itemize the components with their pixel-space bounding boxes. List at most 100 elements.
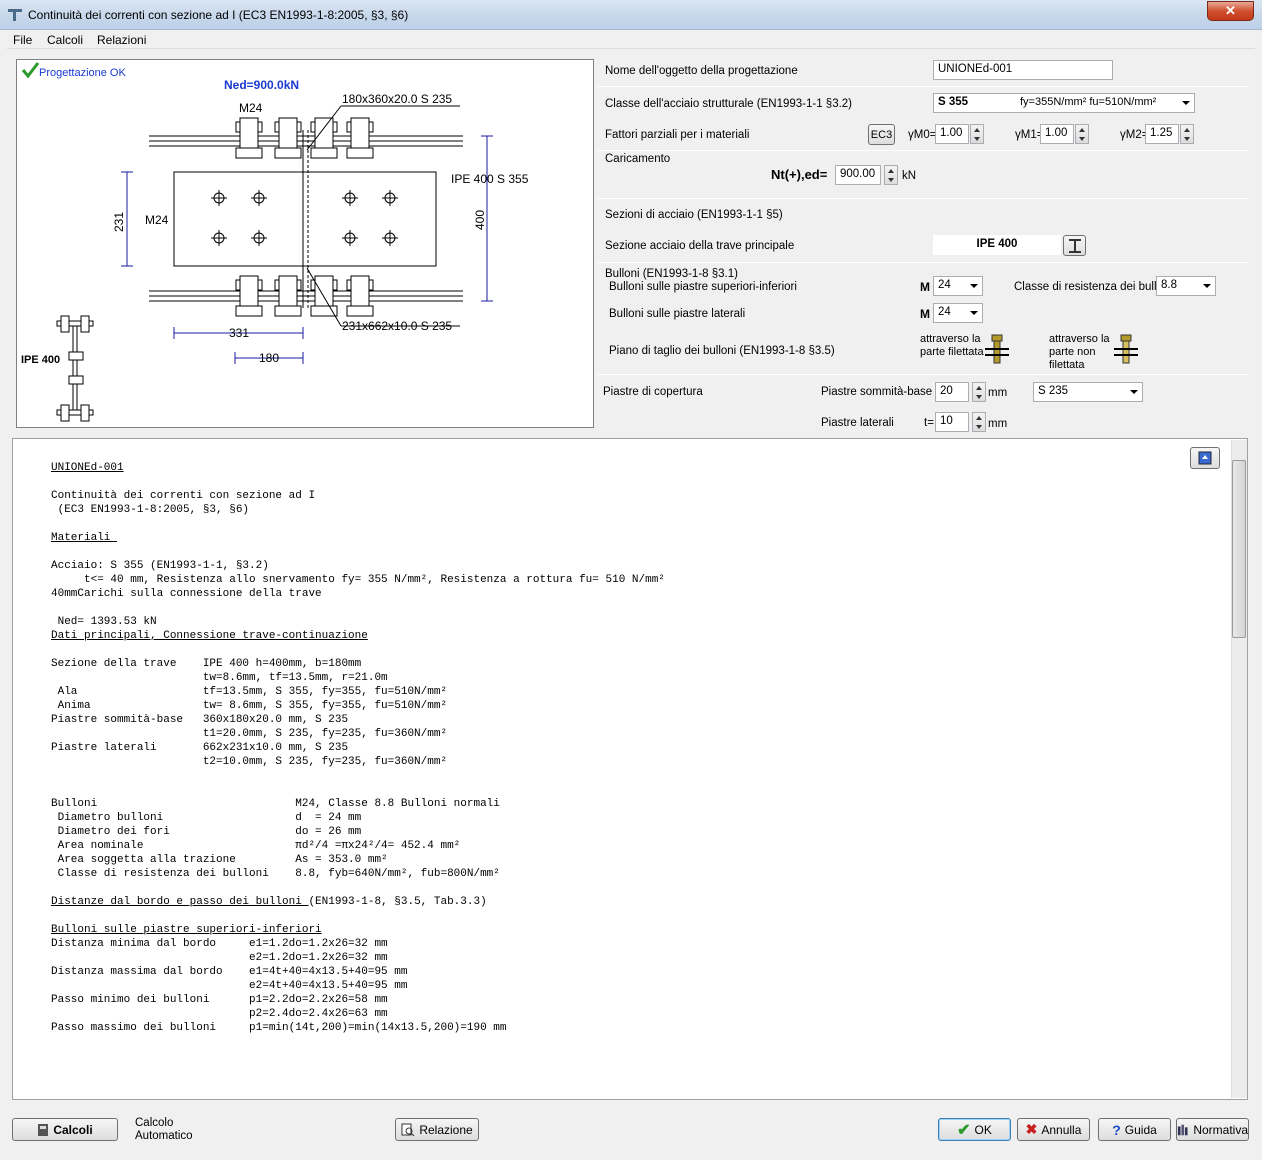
gm1-spinner[interactable] [1075, 124, 1089, 144]
ipe-section-icon [56, 315, 94, 422]
ned-label: Ned=900.0kN [224, 78, 299, 92]
menu-calcoli[interactable]: Calcoli [47, 33, 83, 47]
steel-props: fy=355N/mm² fu=510N/mm² [1020, 96, 1157, 108]
menu-file[interactable]: File [13, 33, 32, 47]
bolts-top-size: 24 [938, 279, 951, 291]
cover-steel-value: S 235 [1038, 385, 1069, 397]
report-panel[interactable]: UNIONEd-001 Continuità dei correnti con … [12, 438, 1248, 1100]
section-picker-button[interactable] [1063, 235, 1086, 256]
help-button[interactable]: ? Guida [1098, 1118, 1171, 1141]
nted-label: Nt(+),ed= [771, 167, 828, 182]
bolt-unthreaded-icon[interactable] [1112, 333, 1140, 365]
export-icon [1198, 451, 1212, 465]
close-button[interactable]: ✕ [1207, 1, 1254, 21]
cover-top-label: Piastre sommità-base t= [821, 386, 946, 398]
top-bolt-label: M24 [239, 101, 263, 115]
gm0-input[interactable]: 1.00 [935, 124, 969, 144]
steel-class-value: S 355 [938, 96, 969, 108]
bolts-side-size: 24 [938, 306, 951, 318]
top-plate-label: 180x360x20.0 S 235 [342, 92, 452, 106]
separator [597, 262, 1248, 263]
cover-side-spinner[interactable] [972, 412, 986, 432]
gm2-input[interactable]: 1.25 [1145, 124, 1179, 144]
menu-bar: File Calcoli Relazioni [7, 31, 1255, 49]
ok-label: OK [974, 1122, 992, 1137]
web-bolt-holes [211, 190, 398, 246]
report-text: UNIONEd-001 Continuità dei correnti con … [51, 462, 665, 1034]
bolt-class-select[interactable]: 8.8 [1156, 276, 1216, 296]
bolts-side-label: Bulloni sulle piastre laterali [609, 308, 746, 320]
calculate-button[interactable]: Calcoli [12, 1118, 118, 1141]
norms-button[interactable]: Normativa [1176, 1118, 1249, 1141]
beam-section-value: IPE 400 [933, 235, 1061, 255]
nted-unit: kN [902, 170, 917, 182]
cover-top-spinner[interactable] [972, 382, 986, 402]
cancel-label: Annulla [1041, 1122, 1082, 1137]
chevron-down-icon [1130, 390, 1138, 394]
cover-top-thickness[interactable]: 20 [935, 382, 969, 402]
gm1-input[interactable]: 1.00 [1040, 124, 1074, 144]
scroll-thumb[interactable] [1232, 460, 1246, 638]
shear-option-threaded[interactable]: attraverso la parte filettata [920, 333, 984, 359]
dim-180: 180 [259, 351, 279, 365]
bolts-top-label: Bulloni sulle piastre superiori-inferior… [609, 281, 797, 293]
cover-steel-select[interactable]: S 235 [1033, 382, 1143, 402]
nted-spinner[interactable] [884, 165, 898, 185]
dim-331: 331 [229, 326, 249, 340]
report-button[interactable]: Relazione [395, 1118, 479, 1141]
bolts-top-m: M [920, 280, 930, 294]
bolt-class-value: 8.8 [1161, 279, 1177, 291]
norms-label: Normativa [1193, 1122, 1248, 1137]
cover-plates-label: Piastre di copertura [603, 386, 703, 398]
status-text: Progettazione OK [39, 67, 126, 79]
books-icon [1177, 1124, 1188, 1135]
steel-class-select[interactable]: S 355 fy=355N/mm² fu=510N/mm² [933, 93, 1195, 113]
top-bolts [235, 117, 374, 317]
separator [597, 198, 1248, 199]
export-report-button[interactable] [1190, 447, 1220, 469]
bolts-top-select[interactable]: 24 [933, 276, 983, 296]
shear-option-unthreaded[interactable]: attraverso la parte non filettata [1049, 333, 1110, 372]
section-label: IPE 400 [21, 354, 60, 366]
menu-relazioni[interactable]: Relazioni [97, 33, 146, 47]
beam-section-label: Sezione acciaio della trave principale [605, 240, 795, 252]
name-label: Nome dell'oggetto della progettazione [605, 65, 798, 77]
mm-unit: mm [988, 418, 1008, 430]
chevron-down-icon [1182, 101, 1190, 105]
bolts-side-select[interactable]: 24 [933, 303, 983, 323]
bolt-threaded-icon[interactable] [983, 333, 1011, 365]
shear-plane-label: Piano di taglio dei bulloni (EN1993-1-8 … [609, 345, 835, 357]
check-icon [21, 62, 40, 79]
gm0-spinner[interactable] [970, 124, 984, 144]
mm-unit: mm [988, 387, 1008, 399]
app-icon [8, 9, 22, 21]
ec3-button[interactable]: EC3 [868, 124, 895, 145]
nted-input[interactable]: 900.00 [835, 165, 881, 185]
dim-231: 231 [112, 212, 126, 232]
auto-calc-label: Calcolo Automatico [135, 1117, 193, 1142]
cover-side-thickness[interactable]: 10 [935, 412, 969, 432]
partial-factors-label: Fattori parziali per i materiali [605, 129, 750, 141]
side-bolt-label: M24 [145, 213, 169, 227]
load-label: Caricamento [605, 153, 671, 165]
side-plate-label: 231x662x10.0 S 235 [342, 319, 452, 333]
report-label: Relazione [419, 1122, 473, 1137]
bolts-side-m: M [920, 307, 930, 321]
chevron-down-icon [1203, 284, 1211, 288]
chevron-down-icon [970, 284, 978, 288]
steel-class-label: Classe dell'acciaio strutturale (EN1993-… [605, 98, 853, 110]
check-icon: ✔ [957, 1121, 971, 1139]
cancel-button[interactable]: ✖ Annulla [1017, 1118, 1090, 1141]
cover-side-t-label: t= [924, 417, 934, 429]
calculate-label: Calcoli [53, 1122, 93, 1137]
window-title: Continuità dei correnti con sezione ad I… [28, 8, 409, 22]
dim-400: 400 [473, 210, 487, 230]
gm2-spinner[interactable] [1180, 124, 1194, 144]
drawing-panel: Progettazione OK Ned=900.0kN M24 180x360… [16, 59, 594, 428]
close-icon: ✖ [1025, 1121, 1038, 1137]
name-input[interactable]: UNIONEd-001 [933, 60, 1113, 80]
cover-side-label: Piastre laterali [821, 417, 894, 429]
separator [597, 86, 1248, 87]
help-label: Guida [1124, 1122, 1157, 1137]
ok-button[interactable]: ✔ OK [938, 1118, 1011, 1141]
